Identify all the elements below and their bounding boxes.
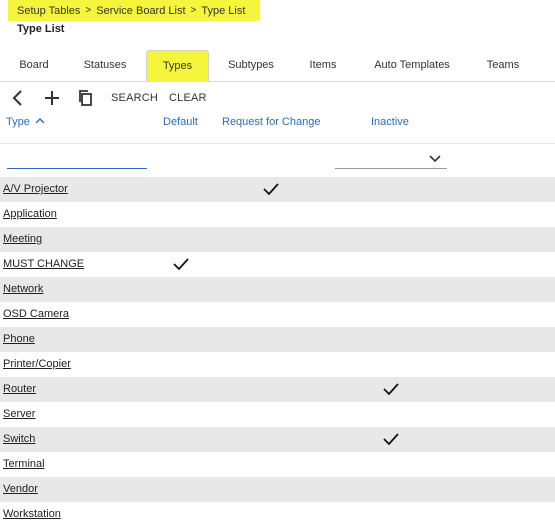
table-row: Server [0,402,555,427]
table-header: Type Default Request for Change Inactive [0,110,555,144]
column-header-type[interactable]: Type [6,116,45,128]
tab-bar: Board Statuses Types Subtypes Items Auto… [0,48,555,82]
type-link[interactable]: Phone [3,333,35,345]
checkmark-icon [383,433,399,446]
table-row: Router [0,377,555,402]
tab-statuses[interactable]: Statuses [75,48,135,82]
checkmark-icon [173,258,189,271]
breadcrumb-item-setup-tables[interactable]: Setup Tables [17,5,80,17]
type-link[interactable]: Server [3,408,35,420]
breadcrumb-separator-icon: > [85,5,92,16]
breadcrumb-item-service-board-list[interactable]: Service Board List [96,5,185,17]
column-header-request-for-change[interactable]: Request for Change [222,116,320,128]
type-link[interactable]: Application [3,208,57,220]
type-link[interactable]: Terminal [3,458,45,470]
toolbar: SEARCH CLEAR [0,86,555,110]
table-row: Phone [0,327,555,352]
inactive-filter-select[interactable] [335,150,447,169]
tab-teams[interactable]: Teams [478,48,528,82]
table-row: OSD Camera [0,302,555,327]
clear-button[interactable]: CLEAR [169,92,207,104]
tab-auto-templates[interactable]: Auto Templates [367,48,457,82]
type-link[interactable]: Vendor [3,483,38,495]
page-title: Type List [17,23,65,35]
filter-row [0,144,555,177]
table-row: Workstation [0,502,555,527]
checkmark-icon [263,183,279,196]
table-row: A/V Projector [0,177,555,202]
table-row: Printer/Copier [0,352,555,377]
table-row: Application [0,202,555,227]
table-row: Vendor [0,477,555,502]
column-header-default[interactable]: Default [163,116,198,128]
copy-icon[interactable] [76,88,96,108]
search-button[interactable]: SEARCH [111,92,158,104]
type-filter-input[interactable] [7,150,147,169]
table-body: A/V Projector Application Meeting MUST CHAN… [0,177,555,527]
chevron-down-icon [429,155,441,163]
type-link[interactable]: Switch [3,433,35,445]
chevron-left-icon[interactable] [8,88,28,108]
type-link[interactable]: Printer/Copier [3,358,71,370]
table-row: Network [0,277,555,302]
column-header-type-label: Type [6,116,30,128]
type-link[interactable]: Network [3,283,43,295]
breadcrumb-separator-icon: > [190,5,197,16]
breadcrumb: Setup Tables > Service Board List > Type… [8,0,260,21]
tab-board[interactable]: Board [8,48,60,82]
plus-icon[interactable] [42,88,62,108]
breadcrumb-item-type-list: Type List [201,4,246,17]
tab-subtypes[interactable]: Subtypes [221,48,281,82]
tab-types[interactable]: Types [146,50,209,82]
type-link[interactable]: OSD Camera [3,308,69,320]
column-header-inactive[interactable]: Inactive [371,116,409,128]
type-link[interactable]: Workstation [3,508,61,520]
sort-ascending-icon [35,118,45,124]
type-link[interactable]: MUST CHANGE [3,258,84,270]
table-row: Switch [0,427,555,452]
table-row: Meeting [0,227,555,252]
type-link[interactable]: Meeting [3,233,42,245]
checkmark-icon [383,383,399,396]
type-link[interactable]: Router [3,383,36,395]
tab-items[interactable]: Items [300,48,346,82]
table-row: MUST CHANGE [0,252,555,277]
type-link[interactable]: A/V Projector [3,183,68,195]
table-row: Terminal [0,452,555,477]
